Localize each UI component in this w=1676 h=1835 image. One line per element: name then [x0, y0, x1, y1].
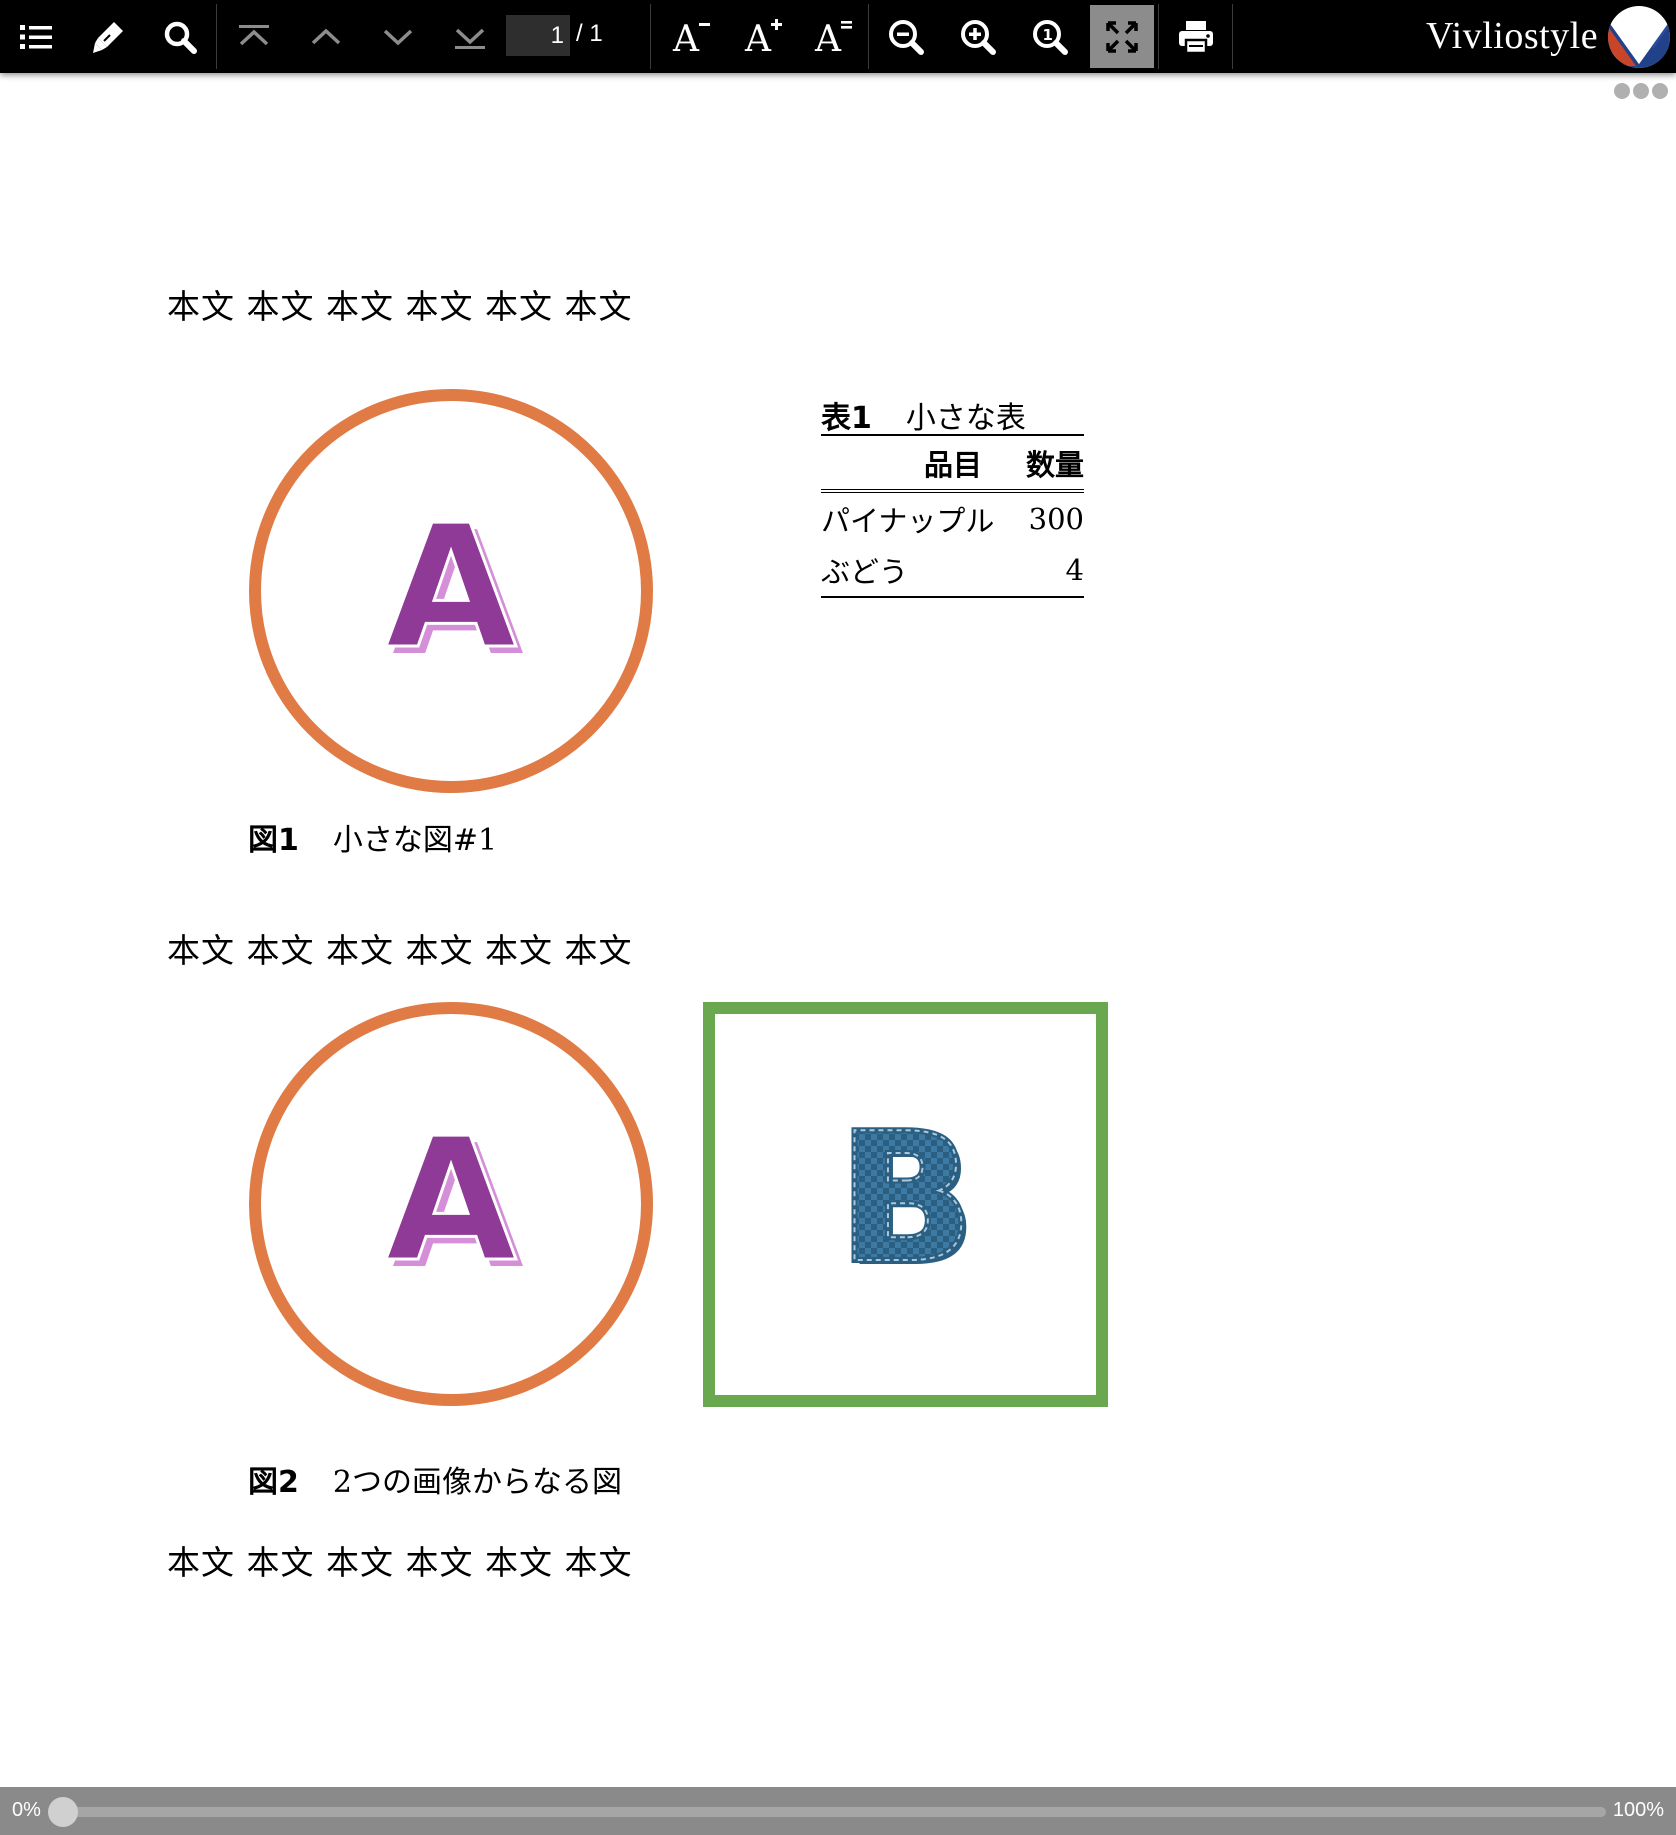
- svg-text:A: A: [814, 19, 842, 57]
- page-number-input[interactable]: [506, 15, 570, 56]
- chevron-up-icon: [311, 28, 341, 44]
- last-page-icon: [455, 28, 485, 49]
- page-progress-bar: 0% 100%: [0, 1787, 1676, 1835]
- svg-text:A: A: [744, 19, 772, 57]
- table1-caption: 表1 小さな表: [821, 393, 1026, 437]
- figure2-caption-text: 2つの画像からなる図: [332, 1465, 622, 1500]
- page-total-label: / 1: [576, 20, 603, 47]
- font-increase-icon: A: [744, 18, 782, 57]
- marker-button[interactable]: [72, 0, 144, 73]
- toc-button[interactable]: [0, 0, 72, 73]
- dot-icon: [1633, 83, 1649, 99]
- table1: 品目 数量 パイナップル 300 ぶどう 4: [821, 434, 1084, 598]
- viewer-toolbar: / 1 A A A: [0, 0, 1676, 73]
- toolbar-separator: [1158, 4, 1159, 69]
- zoom-in-button[interactable]: [942, 0, 1014, 73]
- figure2-label: 図2: [248, 1465, 299, 1500]
- svg-text:A: A: [672, 19, 700, 57]
- svg-text:B: B: [838, 1095, 974, 1302]
- progress-min-label: 0%: [12, 1799, 41, 1821]
- print-icon: [1179, 20, 1213, 54]
- progress-slider-thumb[interactable]: [48, 1797, 78, 1827]
- zoom-out-icon: [889, 19, 924, 55]
- body-paragraph: 本文 本文 本文 本文 本文 本文: [167, 287, 633, 326]
- brand-name: Vivliostyle: [1426, 15, 1599, 57]
- fit-screen-icon: [1106, 20, 1138, 53]
- figure1-caption: 図1 小さな図#1: [248, 815, 497, 859]
- search-icon: [164, 21, 197, 54]
- table-cell-quantity: 4: [1018, 544, 1084, 598]
- toolbar-separator: [216, 4, 217, 69]
- vivliostyle-logo: [1608, 6, 1670, 68]
- search-button[interactable]: [144, 0, 216, 73]
- svg-text:A: A: [385, 489, 517, 687]
- dot-icon: [1652, 83, 1668, 99]
- toolbar-separator: [650, 4, 651, 69]
- toolbar-separator: [868, 4, 869, 69]
- table-cell-item: パイナップル: [821, 503, 995, 538]
- next-page-button[interactable]: [362, 0, 434, 73]
- list-icon: [20, 24, 52, 49]
- zoom-actual-size-button[interactable]: 1: [1014, 0, 1086, 73]
- toolbar-separator: [1232, 4, 1233, 69]
- last-page-button[interactable]: [434, 0, 506, 73]
- table-cell-quantity: 300: [1028, 501, 1084, 536]
- first-page-icon: [239, 24, 269, 45]
- font-size-decrease-button[interactable]: A: [656, 0, 728, 73]
- font-size-reset-button[interactable]: A: [798, 0, 870, 73]
- progress-track[interactable]: [60, 1807, 1606, 1817]
- figure1-image-circle-a: A A: [249, 389, 653, 793]
- figure1-caption-text: 小さな図#1: [332, 823, 498, 858]
- table-header-quantity: 数量: [1018, 434, 1084, 493]
- previous-page-button[interactable]: [290, 0, 362, 73]
- body-paragraph: 本文 本文 本文 本文 本文 本文: [167, 931, 633, 970]
- body-paragraph: 本文 本文 本文 本文 本文 本文: [167, 1543, 633, 1582]
- dot-icon: [1614, 83, 1630, 99]
- figure2-image-circle-a: A A: [249, 1002, 653, 1406]
- table-row: ぶどう 4: [821, 544, 1084, 598]
- font-decrease-icon: A: [672, 19, 710, 57]
- svg-text:1: 1: [1043, 26, 1053, 44]
- figure2-caption: 図2 2つの画像からなる図: [248, 1457, 622, 1501]
- table1-caption-text: 小さな表: [905, 401, 1026, 436]
- fit-to-screen-button[interactable]: [1090, 5, 1154, 68]
- svg-text:A: A: [385, 1102, 517, 1300]
- table1-label: 表1: [821, 401, 872, 436]
- font-size-increase-button[interactable]: A: [728, 0, 800, 73]
- first-page-button[interactable]: [218, 0, 290, 73]
- progress-max-label: 100%: [1612, 1799, 1664, 1821]
- table-cell-item: ぶどう: [821, 544, 1019, 598]
- table-header-row: 品目 数量: [821, 434, 1084, 493]
- table-header-item: 品目: [821, 434, 1019, 493]
- figure2-image-square-b: B B B: [703, 1002, 1108, 1407]
- zoom-actual-icon: 1: [1033, 19, 1068, 55]
- zoom-out-button[interactable]: [870, 0, 942, 73]
- zoom-in-icon: [961, 19, 996, 55]
- print-button[interactable]: [1160, 0, 1232, 73]
- marker-icon: [93, 21, 123, 53]
- more-options-button[interactable]: [1614, 83, 1670, 101]
- table-row: パイナップル 300: [821, 491, 1084, 544]
- figure1-label: 図1: [248, 823, 299, 858]
- font-reset-icon: A: [814, 19, 852, 57]
- chevron-down-icon: [383, 29, 413, 45]
